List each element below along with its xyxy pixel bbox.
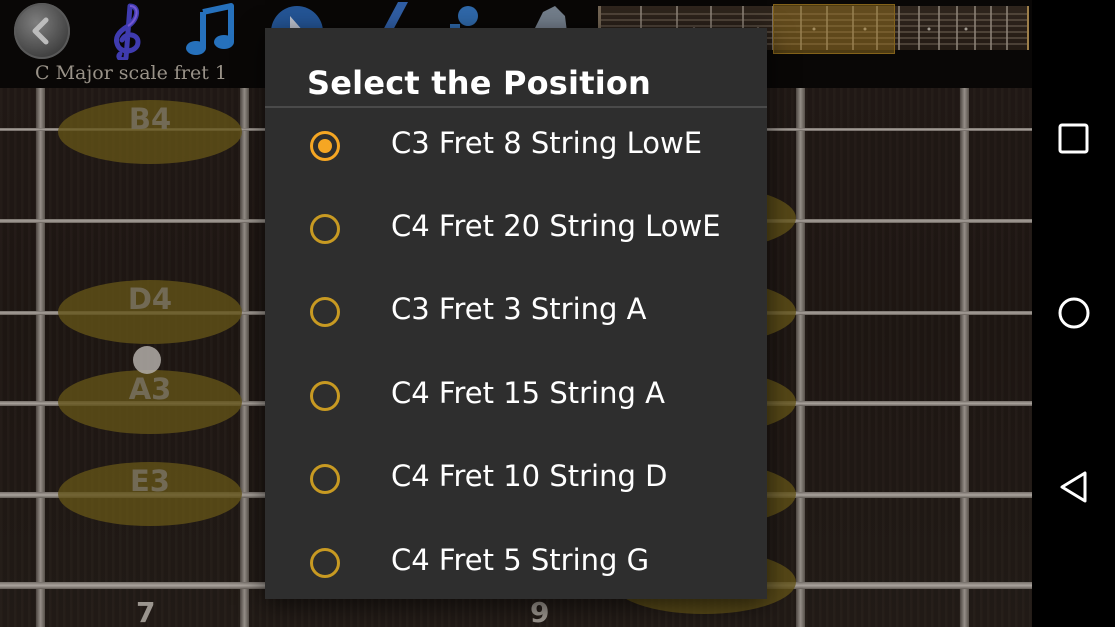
position-option-label: C4 Fret 15 String A <box>391 376 665 410</box>
system-nav-bar <box>1032 0 1115 627</box>
position-option-label: C4 Fret 20 String LowE <box>391 209 721 243</box>
select-position-dialog: Select the Position C3 Fret 8 String Low… <box>265 28 767 599</box>
back-button[interactable] <box>1057 470 1091 504</box>
position-option[interactable]: C4 Fret 15 String A <box>265 356 767 439</box>
triangle-back-icon <box>1060 471 1087 503</box>
radio-button[interactable] <box>310 381 340 411</box>
radio-button-checked[interactable] <box>310 131 340 161</box>
position-option-label: C4 Fret 10 String D <box>391 459 668 493</box>
position-option[interactable]: C4 Fret 20 String LowE <box>265 189 767 272</box>
position-option[interactable]: C3 Fret 8 String LowE <box>265 106 767 189</box>
home-button[interactable] <box>1057 296 1091 330</box>
radio-button[interactable] <box>310 464 340 494</box>
position-option-label: C4 Fret 5 String G <box>391 543 650 577</box>
radio-button[interactable] <box>310 214 340 244</box>
square-icon <box>1058 123 1089 154</box>
circle-icon <box>1058 297 1090 329</box>
dialog-title: Select the Position <box>307 64 652 102</box>
position-option-label: C3 Fret 3 String A <box>391 292 647 326</box>
radio-button[interactable] <box>310 548 340 578</box>
position-option[interactable]: C3 Fret 3 String A <box>265 272 767 355</box>
position-option-label: C3 Fret 8 String LowE <box>391 126 703 160</box>
radio-button[interactable] <box>310 297 340 327</box>
recents-button[interactable] <box>1057 122 1091 156</box>
position-option[interactable]: C4 Fret 5 String G <box>265 523 767 606</box>
position-option[interactable]: C4 Fret 10 String D <box>265 439 767 522</box>
